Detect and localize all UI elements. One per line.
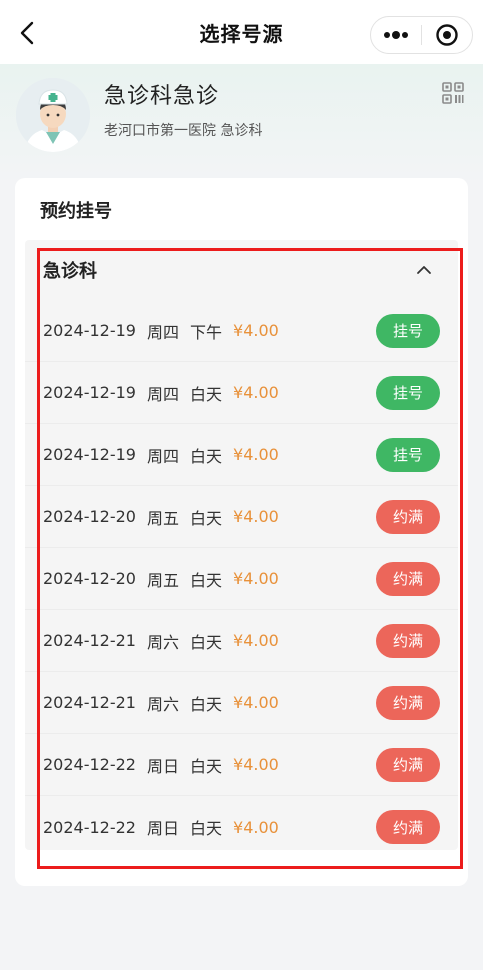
slot-date: 2024-12-22: [43, 755, 136, 774]
slot-price: ¥4.00: [233, 321, 279, 340]
schedule-row-info: 2024-12-20 周五 白天 ¥4.00: [43, 567, 279, 591]
slot-weekday: 周四: [146, 384, 179, 404]
slot-date: 2024-12-21: [43, 631, 136, 650]
fully-booked-button[interactable]: 约满: [376, 810, 440, 844]
slot-period: 白天: [190, 756, 223, 776]
schedule-row-info: 2024-12-19 周四 白天 ¥4.00: [43, 443, 279, 467]
schedule-row: 2024-12-22 周日 白天 ¥4.00 约满: [25, 796, 458, 858]
slot-weekday: 周五: [146, 508, 179, 528]
schedule-row: 2024-12-19 周四 白天 ¥4.00 挂号: [25, 424, 458, 486]
mini-program-capsule: [370, 16, 473, 54]
slot-price: ¥4.00: [233, 631, 279, 650]
slot-weekday: 周日: [146, 819, 179, 838]
schedule-row-info: 2024-12-19 周四 白天 ¥4.00: [43, 381, 279, 405]
slot-period: 白天: [190, 632, 223, 652]
schedule-row: 2024-12-20 周五 白天 ¥4.00 约满: [25, 486, 458, 548]
register-button[interactable]: 挂号: [376, 437, 440, 472]
schedule-row: 2024-12-21 周六 白天 ¥4.00 约满: [25, 672, 458, 734]
slot-period: 白天: [190, 570, 223, 590]
schedule-page: 选择号源 急诊科急诊 老河口市第一医院 急诊科 预约挂号 急诊科 2024-12…: [0, 0, 483, 970]
slot-price: ¥4.00: [233, 817, 279, 837]
slot-period: 白天: [190, 819, 223, 838]
slot-price: ¥4.00: [233, 445, 279, 464]
back-button[interactable]: [12, 18, 42, 48]
slot-weekday: 周四: [146, 322, 179, 342]
slot-weekday: 周六: [146, 632, 179, 652]
register-button[interactable]: 挂号: [376, 313, 440, 348]
slot-weekday: 周六: [146, 694, 179, 714]
chevron-left-icon: [20, 21, 34, 45]
slot-date: 2024-12-22: [43, 817, 136, 837]
slot-period: 白天: [190, 694, 223, 714]
slot-date: 2024-12-19: [43, 445, 136, 464]
schedule-row-info: 2024-12-19 周四 下午 ¥4.00: [43, 319, 279, 343]
slot-price: ¥4.00: [233, 569, 279, 588]
slot-date: 2024-12-19: [43, 321, 136, 340]
fully-booked-button[interactable]: 约满: [376, 623, 440, 658]
schedule-row-info: 2024-12-20 周五 白天 ¥4.00: [43, 505, 279, 529]
chevron-up-icon: [417, 266, 431, 274]
more-button[interactable]: [371, 17, 421, 53]
more-dots-icon: [384, 31, 408, 39]
page-title: 选择号源: [199, 21, 284, 46]
slot-weekday: 周五: [146, 570, 179, 590]
close-button[interactable]: [422, 17, 472, 53]
slot-period: 下午: [190, 322, 223, 342]
slot-date: 2024-12-20: [43, 569, 136, 588]
schedule-row-info: 2024-12-22 周日 白天 ¥4.00: [43, 815, 279, 839]
slot-period: 白天: [190, 446, 223, 466]
schedule-row-info: 2024-12-21 周六 白天 ¥4.00: [43, 629, 279, 653]
group-title: 急诊科: [43, 261, 97, 282]
slot-price: ¥4.00: [233, 693, 279, 712]
fully-booked-button[interactable]: 约满: [376, 685, 440, 720]
slot-date: 2024-12-21: [43, 693, 136, 712]
fully-booked-button[interactable]: 约满: [376, 747, 440, 782]
schedule-row-info: 2024-12-21 周六 白天 ¥4.00: [43, 691, 279, 715]
schedule-row: 2024-12-19 周四 下午 ¥4.00 挂号: [25, 300, 458, 362]
slot-date: 2024-12-19: [43, 383, 136, 402]
slot-period: 白天: [190, 384, 223, 404]
department-group: 急诊科 2024-12-19 周四 下午 ¥4.00 挂号 2024-12-19 周四 白天 ¥…: [25, 240, 458, 850]
schedule-row: 2024-12-20 周五 白天 ¥4.00 约满: [25, 548, 458, 610]
department-name: 急诊科急诊: [104, 84, 220, 109]
appointment-card: 预约挂号 急诊科 2024-12-19 周四 下午 ¥4.00 挂号 2024-12-19…: [15, 178, 468, 886]
schedule-row: 2024-12-22 周日 白天 ¥4.00 约满: [25, 734, 458, 796]
register-button[interactable]: 挂号: [376, 375, 440, 410]
card-title: 预约挂号: [40, 201, 112, 222]
schedule-row: 2024-12-21 周六 白天 ¥4.00 约满: [25, 610, 458, 672]
doctor-avatar-icon: [16, 78, 90, 152]
hospital-info: 老河口市第一医院 急诊科: [104, 123, 263, 139]
fully-booked-button[interactable]: 约满: [376, 499, 440, 534]
schedule-row-info: 2024-12-22 周日 白天 ¥4.00: [43, 753, 279, 777]
slot-weekday: 周四: [146, 446, 179, 466]
slot-price: ¥4.00: [233, 383, 279, 402]
qr-code-icon: [442, 82, 464, 104]
group-header-toggle[interactable]: 急诊科: [25, 240, 458, 300]
nav-bar: 选择号源: [0, 0, 483, 64]
doctor-avatar: [16, 78, 90, 152]
slot-period: 白天: [190, 508, 223, 528]
qr-code-button[interactable]: [442, 82, 464, 104]
slot-price: ¥4.00: [233, 507, 279, 526]
slot-weekday: 周日: [146, 756, 179, 776]
slot-price: ¥4.00: [233, 755, 279, 774]
schedule-row: 2024-12-19 周四 白天 ¥4.00 挂号: [25, 362, 458, 424]
target-icon: [436, 24, 458, 46]
slot-date: 2024-12-20: [43, 507, 136, 526]
fully-booked-button[interactable]: 约满: [376, 561, 440, 596]
schedule-list: 2024-12-19 周四 下午 ¥4.00 挂号 2024-12-19 周四 白天 ¥4.00…: [25, 300, 458, 858]
